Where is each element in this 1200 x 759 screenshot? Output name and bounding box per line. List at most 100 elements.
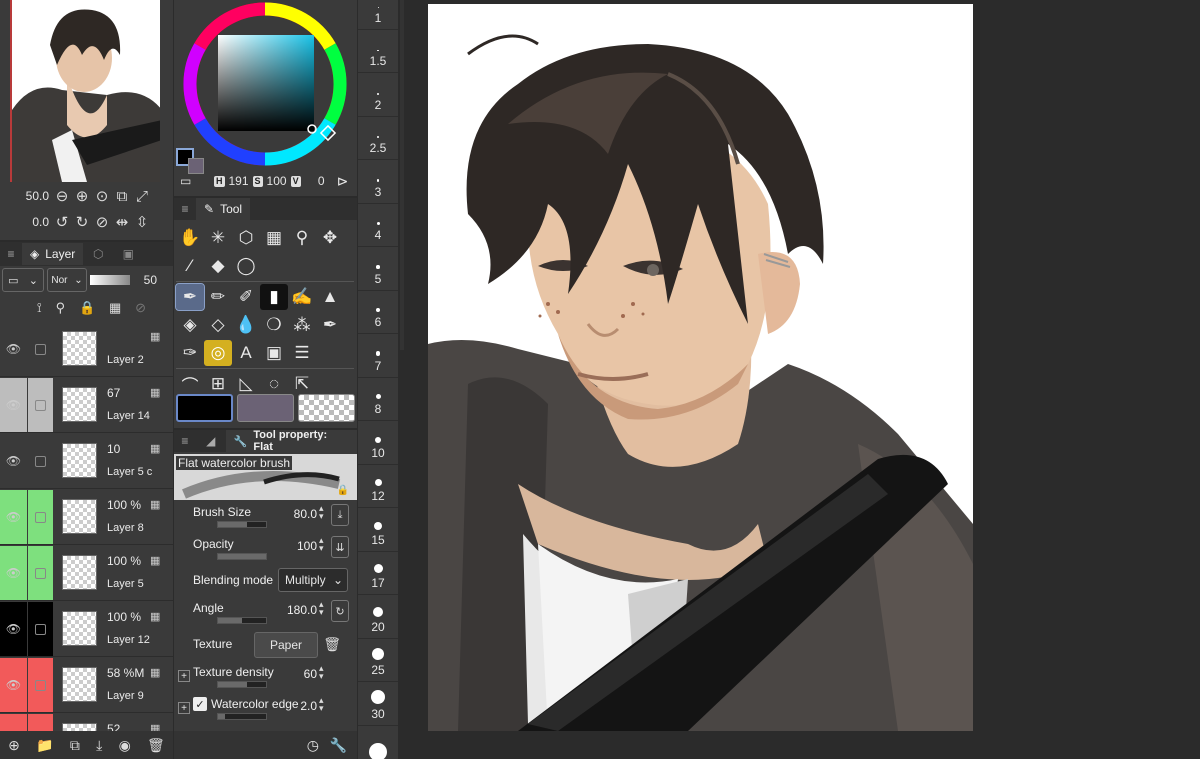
fit-icon[interactable]: ⊙: [92, 186, 112, 206]
expand-icon[interactable]: +: [178, 670, 190, 682]
watercolor-edge-checkbox[interactable]: ✓: [193, 697, 207, 711]
brush-size-preset[interactable]: 5: [358, 247, 398, 291]
reset-zoom-icon[interactable]: ⧉: [112, 186, 132, 206]
brush-size-preset[interactable]: 4: [358, 204, 398, 247]
texture-icon[interactable]: ◎: [204, 340, 232, 366]
rotate-left-icon[interactable]: ↺: [52, 212, 72, 232]
merge-down-icon[interactable]: ⤓: [96, 737, 102, 754]
marker-icon[interactable]: ▮: [260, 284, 288, 310]
layer-row[interactable]: 👁 10 ▦ Layer 5 c: [0, 434, 173, 489]
opacity-value[interactable]: 100: [297, 539, 317, 553]
texture-density-spinner[interactable]: ▴ ▾: [319, 664, 327, 681]
brush-size-preset[interactable]: 17: [358, 552, 398, 595]
layer-row[interactable]: 👁 58 %M ▦ Layer 9: [0, 658, 173, 713]
visibility-eye-icon[interactable]: 👁: [0, 658, 27, 712]
layer-lock-toggle[interactable]: [28, 490, 53, 544]
visibility-eye-icon[interactable]: 👁: [0, 602, 27, 656]
eraser-icon[interactable]: ◈: [176, 312, 204, 338]
brush-size-slider[interactable]: [217, 521, 267, 528]
lock-transparency-icon[interactable]: ▦: [109, 300, 121, 316]
sub-color-button[interactable]: [237, 394, 294, 422]
visibility-eye-icon[interactable]: 👁: [0, 378, 27, 432]
zoom-icon[interactable]: ⚲: [288, 225, 316, 251]
texture-density-value[interactable]: 60: [304, 667, 317, 681]
new-layer-icon[interactable]: ⊕: [8, 737, 20, 754]
visibility-eye-icon[interactable]: 👁: [0, 434, 27, 488]
expand-icon-2[interactable]: +: [178, 702, 190, 714]
text-icon[interactable]: A: [232, 340, 260, 366]
transparent-color-button[interactable]: [298, 394, 355, 422]
layer-thumbnail[interactable]: [62, 387, 97, 422]
watercolor-edge-spinner[interactable]: ▴ ▾: [319, 696, 327, 713]
brush-size-preset[interactable]: 7: [358, 334, 398, 378]
angle-dynamics-button[interactable]: ↻: [331, 600, 349, 622]
rotate-right-icon[interactable]: ↻: [72, 212, 92, 232]
gradient-icon[interactable]: ▣: [260, 340, 288, 366]
blending-mode-dropdown[interactable]: Multiply ⌄: [278, 568, 348, 592]
mask-icon[interactable]: ⊘: [135, 300, 146, 316]
tab-tool-property[interactable]: 🔧 Tool property: Flat: [225, 429, 357, 453]
opacity-dynamics-button[interactable]: ⇊: [331, 536, 349, 558]
layer-mask-icon[interactable]: ◉: [119, 737, 131, 754]
watercolor-edge-value[interactable]: 2.0: [300, 699, 317, 713]
layer-menu-icon[interactable]: ≡: [0, 247, 22, 261]
layer-row[interactable]: 👁 100 % ▦ Layer 12: [0, 602, 173, 657]
grid-ruler-icon[interactable]: ▦: [260, 225, 288, 251]
brush-size-preset[interactable]: 3: [358, 160, 398, 204]
flip-horizontal-icon[interactable]: ⇹: [112, 212, 132, 232]
visibility-eye-icon[interactable]: 👁: [0, 490, 27, 544]
reference-icon[interactable]: ⚲: [56, 300, 66, 316]
hatching-icon[interactable]: ☰: [288, 340, 316, 366]
color-mode-icon[interactable]: ⊳: [337, 173, 349, 190]
zoom-in-icon[interactable]: ⊕: [72, 186, 92, 206]
layer-lock-toggle[interactable]: [28, 378, 53, 432]
brush-size-preset[interactable]: 10: [358, 421, 398, 465]
watercolor-edge-slider[interactable]: [217, 713, 267, 720]
layer-thumbnail[interactable]: [62, 611, 97, 646]
property-menu-icon[interactable]: ≡: [174, 434, 196, 448]
layer-opacity-slider[interactable]: [90, 275, 130, 285]
zoom-out-icon[interactable]: ⊖: [52, 186, 72, 206]
angle-value[interactable]: 180.0: [287, 603, 317, 617]
angle-spinner[interactable]: ▴ ▾: [319, 600, 327, 617]
layer-row[interactable]: 👁 ▦ Layer 2: [0, 322, 173, 377]
tab-navigator-icon[interactable]: ▣: [113, 247, 143, 261]
fine-pen-icon[interactable]: ✒: [316, 312, 344, 338]
trash-icon[interactable]: 🗑: [323, 636, 341, 653]
layer-lock-toggle[interactable]: [28, 546, 53, 600]
spray-icon[interactable]: ⁂: [288, 312, 316, 338]
layer-thumbnail[interactable]: [62, 667, 97, 702]
move-icon[interactable]: ✥: [316, 225, 344, 251]
brush-size-preset[interactable]: 2: [358, 73, 398, 117]
sub-tool-tab-icon[interactable]: ◢: [196, 434, 226, 448]
brush-size-preset[interactable]: [358, 726, 398, 759]
tab-layer-property-icon[interactable]: ⬡: [83, 247, 113, 261]
layer-row[interactable]: 👁 100 % ▦ Layer 5: [0, 546, 173, 601]
brush-size-preset[interactable]: 15: [358, 508, 398, 552]
canvas-area[interactable]: [404, 0, 1200, 759]
layer-lock-toggle[interactable]: [28, 322, 53, 376]
blur-icon[interactable]: ❍: [260, 312, 288, 338]
brush-size-preset[interactable]: 1: [358, 0, 398, 30]
brush-size-dynamics-button[interactable]: ⤓: [331, 504, 349, 526]
magic-wand-icon[interactable]: ✳: [204, 225, 232, 251]
opacity-spinner[interactable]: ▴ ▾: [319, 536, 327, 553]
flip-vertical-icon[interactable]: ⇳: [132, 212, 152, 232]
layer-color-dropdown[interactable]: ▭ ⌄: [2, 268, 44, 292]
lock-preview-icon[interactable]: 🔒: [337, 485, 349, 496]
fit-window-icon[interactable]: ⤢: [132, 186, 152, 206]
layer-thumbnail[interactable]: [62, 555, 97, 590]
visibility-eye-icon[interactable]: 👁: [0, 546, 27, 600]
brush-size-preset[interactable]: 25: [358, 639, 398, 682]
wrench-icon[interactable]: 🔧: [330, 737, 347, 754]
clipping-icon[interactable]: ⟟: [37, 300, 42, 316]
opacity-slider[interactable]: [217, 553, 267, 560]
reset-rotation-icon[interactable]: ⊘: [92, 212, 112, 232]
pen-icon[interactable]: ✒: [175, 283, 205, 311]
delete-layer-icon[interactable]: 🗑: [147, 737, 165, 754]
brush-size-preset[interactable]: 1.5: [358, 30, 398, 73]
panel-menu-icon[interactable]: ≡: [174, 202, 196, 216]
brush-size-spinner[interactable]: ▴ ▾: [319, 504, 327, 521]
angle-slider[interactable]: [217, 617, 267, 624]
layer-thumbnail[interactable]: [62, 443, 97, 478]
